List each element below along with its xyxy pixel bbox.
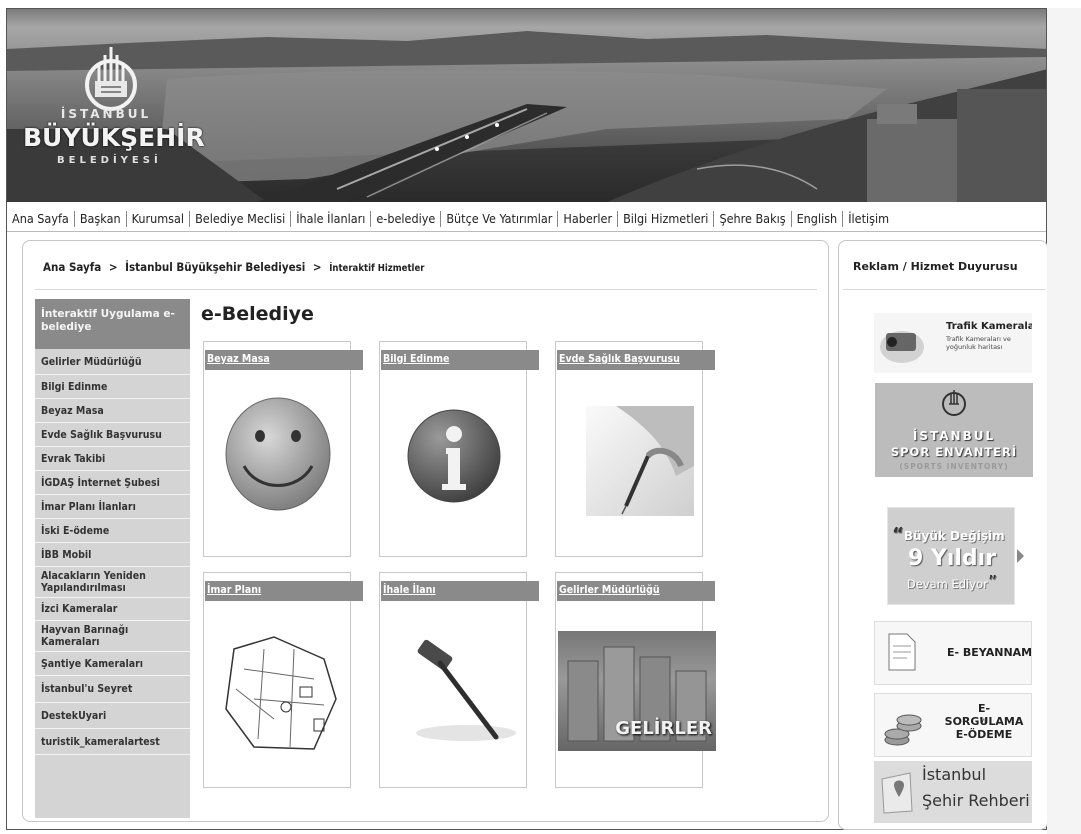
ads-title: Reklam / Hizmet Duyurusu (853, 260, 1018, 273)
document-icon (888, 633, 916, 671)
ad-trafik-title: Trafik Kameraları (946, 321, 1032, 332)
nav-iletisim[interactable]: İletişim (843, 211, 894, 227)
nav-ihale-ilanlari[interactable]: İhale İlanları (291, 210, 372, 227)
ad-e-sorgulama[interactable]: E-SORGULAMA VE E-ÖDEME (874, 693, 1032, 757)
ad-spor-line3: (SPORTS INVENTORY) (899, 462, 1009, 471)
ad-sehir-rehberi[interactable]: İstanbul Şehir Rehberi (874, 761, 1032, 823)
city-plan-icon[interactable] (214, 629, 344, 759)
breadcrumb-separator: > (108, 260, 118, 274)
left-menu: İnteraktif Uygulama e-belediye Gelirler … (35, 299, 190, 818)
service-tile-ihale-ilani[interactable]: İhale İlanı (379, 572, 539, 788)
ad-degisim-line3: Devam Ediyor” (906, 572, 998, 593)
left-menu-item[interactable]: turistik_kameralartest (35, 729, 190, 755)
service-tile-gelirler[interactable]: Gelirler Müdürlüğü GELİRLER (555, 572, 716, 788)
tile-title[interactable]: İhale İlanı (381, 581, 539, 601)
divider (843, 289, 1045, 290)
breadcrumb-separator: > (312, 260, 322, 274)
divider (35, 289, 817, 290)
coin-stack-icon (884, 714, 922, 746)
ad-e-beyanname[interactable]: E- BEYANNAME (874, 621, 1032, 685)
ad-degisim-line1: “Büyük Değişim (892, 524, 1005, 545)
left-menu-item[interactable]: DestekUyari (35, 703, 190, 729)
breadcrumb: Ana Sayfa > İstanbul Büyükşehir Belediye… (43, 260, 425, 274)
tile-title[interactable]: Evde Sağlık Başvurusu (557, 350, 715, 370)
ad-degisim-line1-text: Büyük Değişim (903, 529, 1005, 543)
left-menu-item[interactable]: Bilgi Edinme (35, 375, 190, 399)
ad-degisim-line3-text: Devam Ediyor (906, 577, 988, 591)
next-arrow-icon[interactable] (1017, 549, 1024, 563)
left-menu-active-item[interactable]: İnteraktif Uygulama e-belediye (35, 299, 190, 349)
ad-spor-envanteri[interactable]: İSTANBUL SPOR ENVANTERİ (SPORTS INVENTOR… (875, 383, 1033, 477)
ad-ve-text: VE (980, 718, 988, 725)
ad-beyanname-text: E- BEYANNAME (947, 646, 1032, 659)
service-tile-evde-saglik[interactable]: Evde Sağlık Başvurusu (555, 341, 715, 557)
traffic-camera-icon (880, 331, 924, 363)
info-icon[interactable] (394, 392, 516, 514)
right-gutter (1047, 8, 1081, 834)
left-menu-item[interactable]: İski E-ödeme (35, 519, 190, 543)
coins-icon[interactable]: GELİRLER (558, 631, 716, 751)
nav-e-belediye[interactable]: e-belediye (371, 210, 442, 227)
left-menu-item[interactable]: İBB Mobil (35, 543, 190, 567)
smiley-icon[interactable] (218, 392, 340, 514)
main-content: Ana Sayfa > İstanbul Büyükşehir Belediye… (22, 240, 829, 822)
left-menu-item[interactable]: Şantiye Kameraları (35, 652, 190, 676)
map-pin-icon (881, 772, 913, 814)
nav-haberler[interactable]: Haberler (558, 210, 619, 227)
tile-title[interactable]: İmar Planı (205, 581, 363, 601)
breadcrumb-home[interactable]: Ana Sayfa (43, 260, 101, 274)
service-tile-bilgi-edinme[interactable]: Bilgi Edinme (379, 341, 539, 557)
tile-title[interactable]: Beyaz Masa (205, 350, 363, 370)
left-menu-item[interactable]: İstanbul'u Seyret (35, 676, 190, 703)
nav-ana-sayfa[interactable]: Ana Sayfa (7, 210, 75, 227)
ad-spor-line1: İSTANBUL (912, 429, 996, 443)
main-nav: Ana Sayfa Başkan Kurumsal Belediye Mecli… (7, 206, 1046, 232)
left-menu-item[interactable]: Alacakların Yeniden Yapılandırılması (35, 567, 190, 598)
left-menu-item[interactable]: Beyaz Masa (35, 399, 190, 423)
tile-title[interactable]: Gelirler Müdürlüğü (557, 581, 715, 601)
ad-odeme-text: E-ÖDEME (955, 728, 1013, 741)
nav-belediye-meclisi[interactable]: Belediye Meclisi (190, 210, 292, 227)
nav-kurumsal[interactable]: Kurumsal (127, 210, 191, 227)
logo-city-text: İSTANBUL (60, 107, 152, 121)
gelirler-image-text: GELİRLER (615, 718, 712, 739)
nav-baskan[interactable]: Başkan (75, 210, 127, 227)
ibb-emblem-icon (85, 47, 137, 111)
left-menu-item[interactable]: Hayvan Barınağı Kameraları (35, 621, 190, 652)
breadcrumb-ibb[interactable]: İstanbul Büyükşehir Belediyesi (125, 260, 305, 274)
nav-english[interactable]: English (792, 210, 844, 227)
tile-title[interactable]: Bilgi Edinme (381, 350, 539, 370)
injection-icon[interactable] (586, 406, 694, 516)
ad-trafik-desc: Trafik Kameraları ve yoğunluk haritası (946, 335, 1011, 351)
logo-sub-text: BELEDİYESİ (57, 155, 162, 166)
service-tile-imar-plani[interactable]: İmar Planı (203, 572, 363, 788)
ibb-logo[interactable]: İSTANBUL BÜYÜKŞEHİR BELEDİYESİ (21, 37, 205, 187)
nav-sehre-bakis[interactable]: Şehre Bakış (714, 210, 792, 227)
left-menu-item[interactable]: İmar Planı İlanları (35, 495, 190, 519)
left-menu-item[interactable]: Gelirler Müdürlüğü (35, 349, 190, 375)
page-title: e-Belediye (201, 303, 314, 325)
ad-buyuk-degisim[interactable]: “Büyük Değişim 9 Yıldır Devam Ediyor” (887, 507, 1015, 605)
nav-butce[interactable]: Bütçe Ve Yatırımlar (441, 210, 559, 227)
ad-rehber-line1: İstanbul (922, 765, 987, 784)
right-sidebar: Reklam / Hizmet Duyurusu Trafik Kamerala… (838, 240, 1048, 830)
ad-rehber-line2: Şehir Rehberi (922, 791, 1030, 810)
ibb-emblem-icon (942, 390, 966, 416)
ad-spor-line2: SPOR ENVANTERİ (890, 445, 1018, 459)
left-menu-item[interactable]: İGDAŞ İnternet Şubesi (35, 471, 190, 495)
left-menu-item[interactable]: Evde Sağlık Başvurusu (35, 423, 190, 447)
logo-main-text: BÜYÜKŞEHİR (23, 123, 205, 152)
ad-degisim-line2: 9 Yıldır (907, 546, 997, 571)
ad-trafik-kameralari[interactable]: Trafik Kameraları Trafik Kameraları ve y… (874, 313, 1032, 373)
header-banner: İSTANBUL BÜYÜKŞEHİR BELEDİYESİ (7, 9, 1046, 202)
breadcrumb-current: İnteraktif Hizmetler (329, 263, 425, 274)
gavel-icon[interactable] (396, 629, 518, 751)
service-tile-beyaz-masa[interactable]: Beyaz Masa (203, 341, 363, 557)
nav-bilgi-hizmetleri[interactable]: Bilgi Hizmetleri (618, 210, 715, 227)
left-menu-item[interactable]: İzci Kameralar (35, 598, 190, 621)
left-menu-item[interactable]: Evrak Takibi (35, 447, 190, 471)
